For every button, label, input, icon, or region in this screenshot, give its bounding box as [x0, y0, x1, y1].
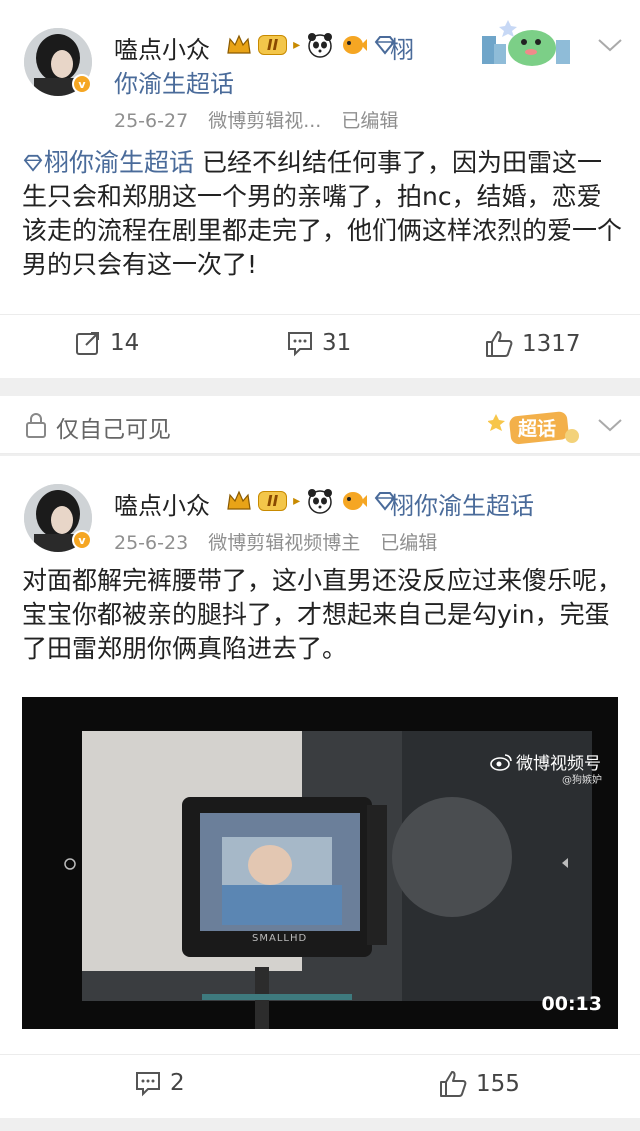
- comment-button[interactable]: 31: [286, 329, 351, 357]
- chevron-down-icon[interactable]: [596, 416, 624, 434]
- video-frame: [22, 697, 618, 1029]
- crown-icon: [227, 34, 251, 54]
- edited-label[interactable]: 已编辑: [341, 110, 398, 132]
- repost-button[interactable]: 14: [74, 329, 139, 357]
- video-duration: 00:13: [541, 993, 602, 1015]
- privacy-label: 仅自己可见: [56, 417, 171, 443]
- diamond-icon: [23, 154, 43, 172]
- post-meta: 25-6-23 微博剪辑视频博主 已编辑: [114, 528, 451, 555]
- username[interactable]: 嗑点小众: [114, 30, 210, 65]
- post-card-2: v 嗑点小众 II ▸ 栩你渝生超话 25-6-23 微博剪辑视频博主 已编辑 …: [0, 456, 640, 1118]
- thumbs-up-icon: [486, 331, 513, 357]
- fish-icon: [343, 36, 368, 54]
- comment-button[interactable]: 2: [134, 1069, 185, 1097]
- action-bar: 2 155: [0, 1054, 640, 1118]
- post-date: 25-6-27: [114, 110, 189, 132]
- verified-badge-icon: v: [72, 74, 92, 94]
- level-badge: II: [258, 35, 288, 55]
- video-watermark-handle: @狗嫉妒: [562, 775, 602, 786]
- lock-icon: [26, 413, 46, 438]
- comment-count: 31: [322, 330, 352, 356]
- topic-tag-line2[interactable]: 你渝生超话: [114, 64, 234, 99]
- comment-icon: [288, 332, 312, 357]
- user-badges: II ▸: [226, 30, 396, 60]
- weibo-logo-icon: [490, 753, 512, 771]
- post-meta: 25-6-27 微博剪辑视... 已编辑: [114, 106, 412, 133]
- level-badge: II: [258, 491, 288, 511]
- chevron-down-icon[interactable]: [596, 36, 624, 54]
- post-source[interactable]: 微博剪辑视频博主: [208, 532, 360, 554]
- crown-icon: [227, 490, 251, 510]
- comment-icon: [136, 1072, 160, 1097]
- like-button[interactable]: 155: [438, 1069, 520, 1099]
- post-card-1: v 嗑点小众 II ▸ 栩 你渝生超话 25-6-27 微博剪辑视... 已编辑…: [0, 0, 640, 378]
- like-count: 1317: [522, 331, 581, 357]
- dinosaur-sticker: [480, 14, 580, 66]
- action-bar: 14 31 1317: [0, 314, 640, 378]
- user-badges: II ▸: [226, 486, 396, 516]
- thumbs-up-icon: [440, 1071, 467, 1097]
- repost-count: 14: [110, 330, 140, 356]
- like-button[interactable]: 1317: [484, 329, 581, 359]
- privacy-bar: 仅自己可见 超话: [0, 396, 640, 454]
- body-topic-link[interactable]: 栩你渝生超话: [22, 148, 194, 177]
- video-player[interactable]: SMALLHD 微博视频号 @狗嫉妒 00:13: [22, 697, 618, 1029]
- like-count: 155: [476, 1071, 520, 1097]
- username[interactable]: 嗑点小众: [114, 486, 210, 521]
- repost-icon: [76, 332, 99, 355]
- fish-icon: [343, 492, 368, 510]
- topic-tag[interactable]: 栩你渝生超话: [390, 486, 534, 521]
- panda-icon: [308, 489, 333, 514]
- panda-icon: [308, 33, 333, 58]
- supertopic-badge[interactable]: 超话: [488, 406, 584, 446]
- monitor-brand: SMALLHD: [252, 933, 308, 944]
- comment-count: 2: [170, 1070, 185, 1096]
- topic-tag[interactable]: 栩: [390, 30, 414, 65]
- edited-label[interactable]: 已编辑: [380, 532, 437, 554]
- post-body: 对面都解完裤腰带了，这小直男还没反应过来傻乐呢，宝宝你都被亲的腿抖了，才想起来自…: [22, 566, 623, 663]
- post-source[interactable]: 微博剪辑视...: [208, 110, 321, 132]
- post-date: 25-6-23: [114, 532, 189, 554]
- post-body: 栩你渝生超话 已经不纠结任何事了，因为田雷这一生只会和郑朋这一个男的亲嘴了，拍n…: [22, 146, 622, 282]
- verified-badge-icon: v: [72, 530, 92, 550]
